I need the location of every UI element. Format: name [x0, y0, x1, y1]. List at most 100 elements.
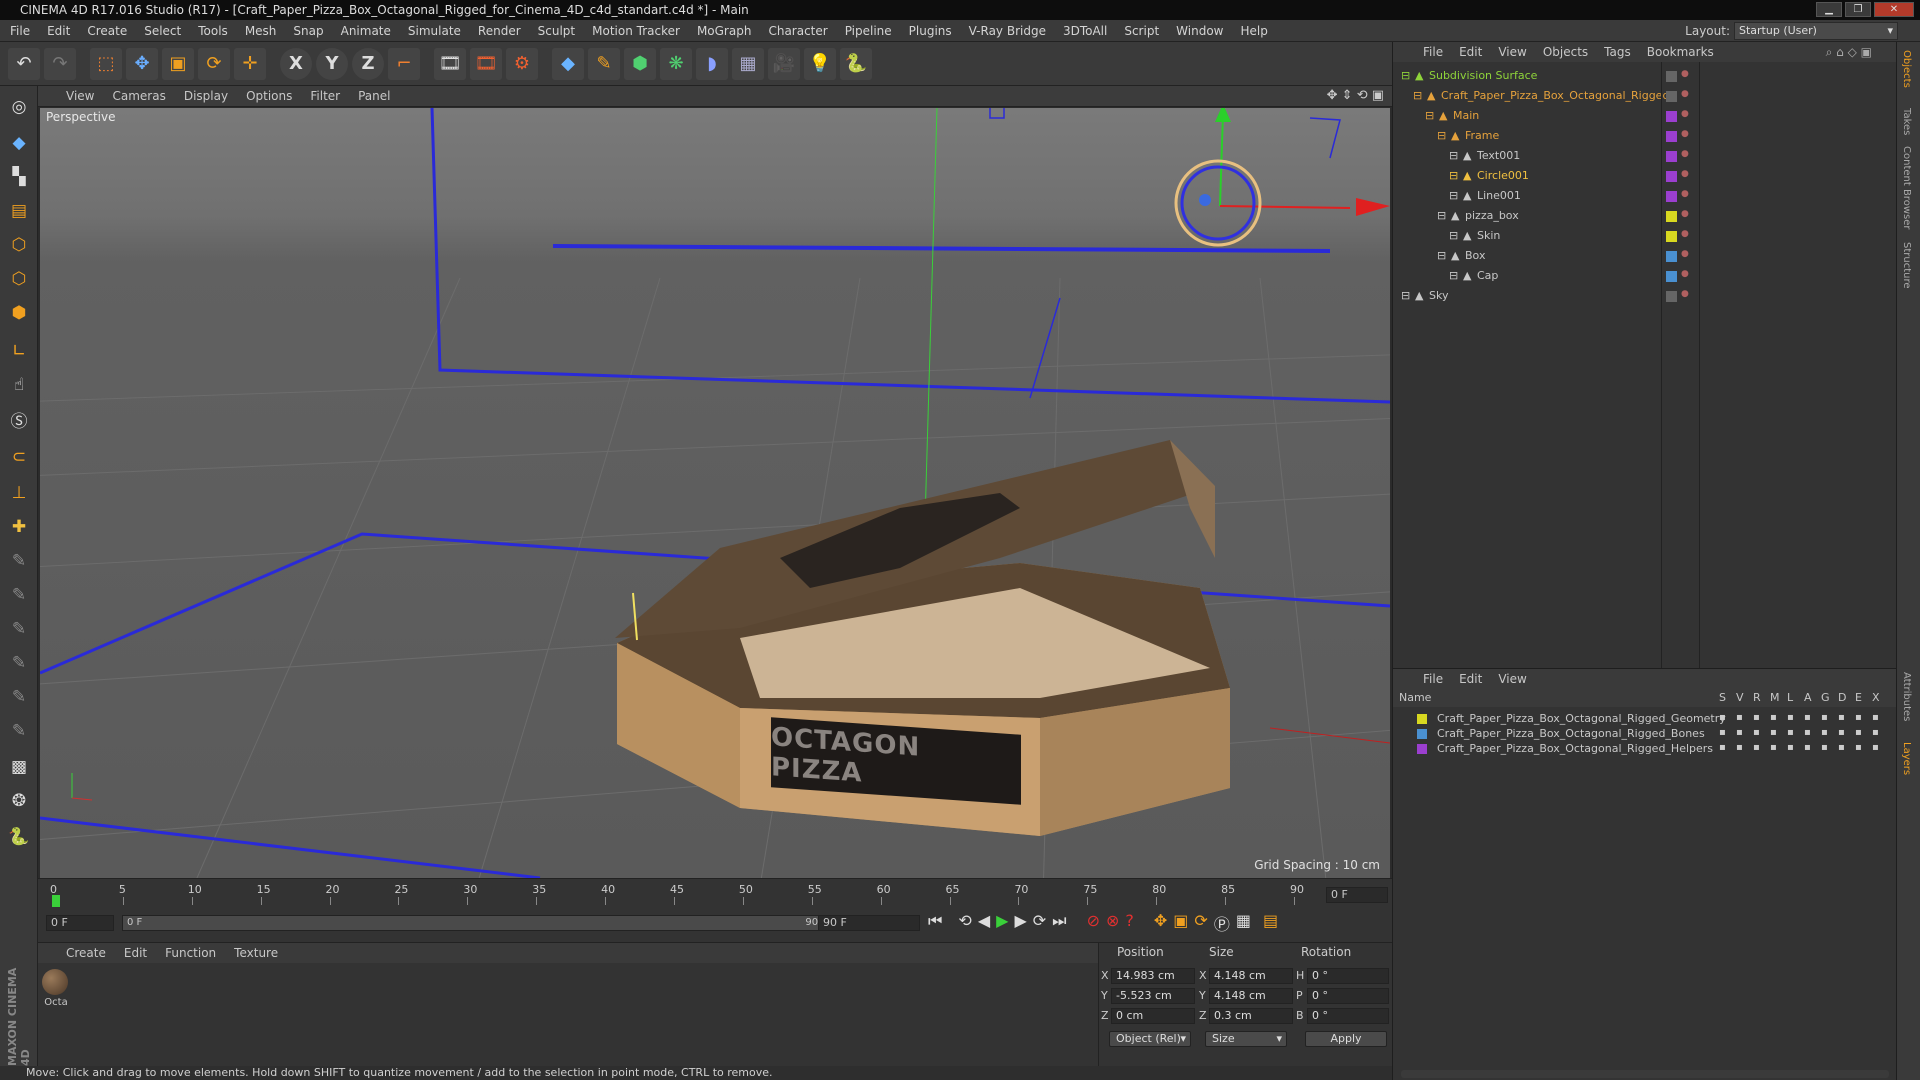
layer-color-swatch[interactable] [1666, 71, 1677, 82]
layer-color-swatch[interactable] [1417, 744, 1427, 754]
previous-frame-icon[interactable]: ◀ [978, 911, 990, 935]
viewport-menu-filter[interactable]: Filter [310, 89, 340, 103]
layer-column-d[interactable]: D [1838, 691, 1846, 704]
magnet-icon[interactable]: ⊂ [3, 442, 35, 472]
layer-row[interactable]: Craft_Paper_Pizza_Box_Octagonal_Rigged_G… [1393, 711, 1897, 726]
menu-pipeline[interactable]: Pipeline [845, 24, 892, 38]
rotation-b-field[interactable]: 0 ° [1307, 1008, 1389, 1024]
autokey-icon[interactable]: ⊗ [1106, 911, 1119, 935]
scale-tool-icon[interactable]: ▣ [162, 47, 194, 80]
layer-toggle-icon[interactable]: ▪ [1855, 742, 1862, 753]
objects-menu-file[interactable]: File [1423, 45, 1443, 59]
layer-toggle-icon[interactable]: ▪ [1736, 727, 1743, 738]
layer-toggle-icon[interactable]: ▪ [1804, 712, 1811, 723]
current-frame-field[interactable]: 0 F [1326, 887, 1388, 903]
layer-column-r[interactable]: R [1753, 691, 1761, 704]
position-z-field[interactable]: 0 cm [1111, 1008, 1195, 1024]
tree-toggle-icon[interactable]: ⊟ [1449, 229, 1458, 242]
next-frame-icon[interactable]: ▶ [1014, 911, 1026, 935]
axis-mode-icon[interactable]: ∟ [3, 336, 35, 366]
layer-row[interactable]: Craft_Paper_Pizza_Box_Octagonal_Rigged_B… [1393, 726, 1897, 741]
layer-column-s[interactable]: S [1719, 691, 1726, 704]
python-console-icon[interactable]: 🐍 [3, 822, 35, 852]
end-frame-field[interactable]: 90 F [818, 915, 920, 931]
tree-toggle-icon[interactable]: ⊟ [1449, 149, 1458, 162]
horizontal-scrollbar[interactable] [1401, 1070, 1889, 1078]
layer-toggle-icon[interactable]: ▪ [1787, 742, 1794, 753]
menu-simulate[interactable]: Simulate [408, 24, 461, 38]
move-tool-icon[interactable]: ✥ [126, 47, 158, 80]
layer-toggle-icon[interactable]: ▪ [1753, 712, 1760, 723]
layer-toggle-icon[interactable]: ▪ [1787, 727, 1794, 738]
menu-motion-tracker[interactable]: Motion Tracker [592, 24, 680, 38]
layer-color-swatch[interactable] [1666, 91, 1677, 102]
menu-file[interactable]: File [10, 24, 30, 38]
playhead[interactable] [52, 895, 60, 907]
size-x-field[interactable]: 4.148 cm [1209, 968, 1293, 984]
layer-column-l[interactable]: L [1787, 691, 1793, 704]
tab-content-browser[interactable]: Content Browser [1901, 146, 1912, 229]
object-row[interactable]: ⊟ ▲ Craft_Paper_Pizza_Box_Octagonal_Rigged… [1393, 86, 1897, 106]
visibility-dots-icon[interactable]: ● [1681, 169, 1689, 179]
object-row[interactable]: ⊟ ▲ Frame ● [1393, 126, 1897, 146]
layer-color-swatch[interactable] [1417, 729, 1427, 739]
snapping-icon[interactable]: Ⓢ [3, 404, 35, 434]
menu-edit[interactable]: Edit [47, 24, 70, 38]
layer-toggle-icon[interactable]: ▪ [1872, 727, 1879, 738]
layer-toggle-icon[interactable]: ▪ [1821, 742, 1828, 753]
layer-toggle-icon[interactable]: ▪ [1804, 727, 1811, 738]
play-icon[interactable]: ▶ [996, 911, 1008, 935]
key-rotation-icon[interactable]: ⟳ [1194, 911, 1207, 935]
object-row[interactable]: ⊟ ▲ Cap ● [1393, 266, 1897, 286]
tab-objects[interactable]: Objects [1901, 50, 1912, 88]
tree-toggle-icon[interactable]: ⊟ [1437, 249, 1446, 262]
visibility-dots-icon[interactable]: ● [1681, 229, 1689, 239]
key-scale-icon[interactable]: ▣ [1173, 911, 1188, 935]
object-row[interactable]: ⊟ ▲ Line001 ● [1393, 186, 1897, 206]
cloner-icon[interactable]: ❋ [660, 47, 692, 80]
tree-toggle-icon[interactable]: ⊟ [1449, 169, 1458, 182]
brush-tool-2-icon[interactable]: ✎ [3, 580, 35, 610]
visibility-dots-icon[interactable]: ● [1681, 89, 1689, 99]
visibility-dots-icon[interactable]: ● [1681, 209, 1689, 219]
coordinate-system-icon[interactable]: ⌐ [388, 47, 420, 80]
deformer-icon[interactable]: ◗ [696, 47, 728, 80]
viewport-menu-options[interactable]: Options [246, 89, 292, 103]
layer-toggle-icon[interactable]: ▪ [1872, 742, 1879, 753]
tree-toggle-icon[interactable]: ⊟ [1437, 129, 1446, 142]
viewport-menu-panel[interactable]: Panel [358, 89, 390, 103]
layer-color-swatch[interactable] [1666, 271, 1677, 282]
object-row[interactable]: ⊟ ▲ Sky ● [1393, 286, 1897, 306]
tree-toggle-icon[interactable]: ⊟ [1401, 69, 1410, 82]
key-position-icon[interactable]: ✥ [1154, 911, 1167, 935]
viewport-menu-display[interactable]: Display [184, 89, 228, 103]
visibility-dots-icon[interactable]: ● [1681, 69, 1689, 79]
object-row[interactable]: ⊟ ▲ Skin ● [1393, 226, 1897, 246]
apply-button[interactable]: Apply [1305, 1031, 1387, 1047]
layer-color-swatch[interactable] [1666, 171, 1677, 182]
z-axis-lock-button[interactable]: Z [352, 47, 384, 80]
record-active-icon[interactable]: ⊘ [1087, 911, 1100, 935]
layer-column-a[interactable]: A [1804, 691, 1812, 704]
live-selection-icon[interactable]: ⬚ [90, 47, 122, 80]
layer-toggle-icon[interactable]: ▪ [1855, 727, 1862, 738]
layer-toggle-icon[interactable]: ▪ [1804, 742, 1811, 753]
start-frame-field[interactable]: 0 F [46, 915, 114, 931]
make-editable-icon[interactable]: ◎ [3, 92, 35, 122]
position-y-field[interactable]: -5.523 cm [1111, 988, 1195, 1004]
timeline-menu-icon[interactable]: ▤ [1263, 911, 1278, 935]
render-settings-icon[interactable]: ⚙ [506, 47, 538, 80]
layer-column-e[interactable]: E [1855, 691, 1862, 704]
layer-toggle-icon[interactable]: ▪ [1821, 712, 1828, 723]
brush-tool-4-icon[interactable]: ✎ [3, 648, 35, 678]
range-slider[interactable]: 0 F 90 F [122, 915, 842, 931]
brush-tool-3-icon[interactable]: ✎ [3, 614, 35, 644]
size-y-field[interactable]: 4.148 cm [1209, 988, 1293, 1004]
size-z-field[interactable]: 0.3 cm [1209, 1008, 1293, 1024]
layer-color-swatch[interactable] [1666, 231, 1677, 242]
menu-3dtoall[interactable]: 3DToAll [1063, 24, 1107, 38]
menu-mograph[interactable]: MoGraph [697, 24, 752, 38]
next-key-icon[interactable]: ⟳ [1033, 911, 1046, 935]
timeline-ruler[interactable]: 0 5 10 15 20 25 30 35 40 45 50 55 60 65 70 75 80 85 90 [48, 883, 1318, 907]
texture-mode-icon[interactable]: ▚ [3, 162, 35, 192]
